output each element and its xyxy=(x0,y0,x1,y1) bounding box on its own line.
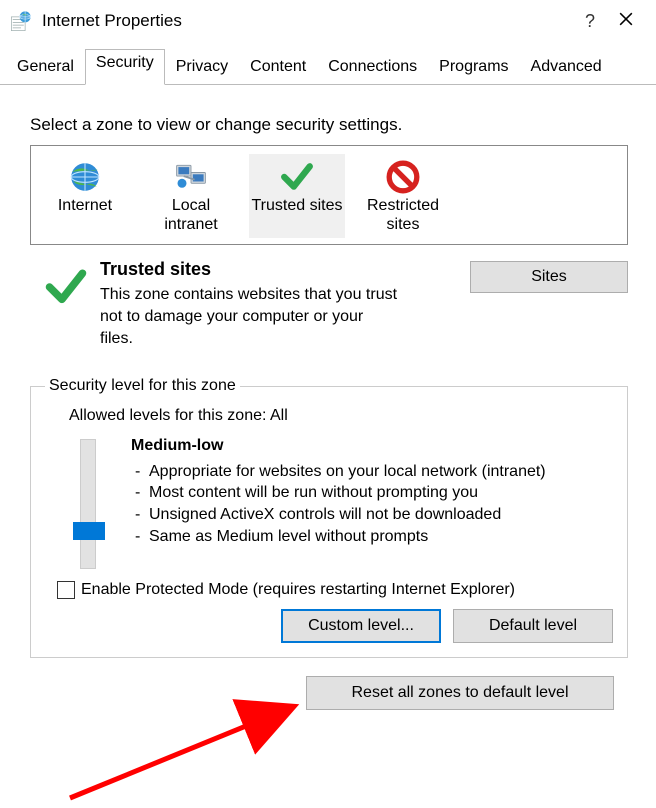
zone-internet[interactable]: Internet xyxy=(37,154,133,238)
zone-label: Internet xyxy=(37,196,133,215)
titlebar: Internet Properties ? xyxy=(0,0,656,40)
zone-restricted-sites[interactable]: Restricted sites xyxy=(355,154,451,238)
zone-label: Trusted sites xyxy=(249,196,345,215)
protected-mode-checkbox[interactable] xyxy=(57,581,75,599)
zone-detail-desc: This zone contains websites that you tru… xyxy=(100,284,400,349)
allowed-levels: Allowed levels for this zone: All xyxy=(69,407,613,425)
tab-advanced[interactable]: Advanced xyxy=(520,51,613,85)
intranet-icon xyxy=(143,158,239,196)
tab-privacy[interactable]: Privacy xyxy=(165,51,239,85)
window-title: Internet Properties xyxy=(42,11,574,31)
security-level-legend: Security level for this zone xyxy=(45,377,240,395)
level-point: Appropriate for websites on your local n… xyxy=(131,461,613,483)
zone-label: Local intranet xyxy=(143,196,239,234)
tab-security[interactable]: Security xyxy=(85,49,165,85)
inetcpl-icon xyxy=(10,10,32,32)
close-button[interactable] xyxy=(606,12,646,30)
zone-list: Internet Local intranet Tru xyxy=(30,145,628,245)
level-point: Most content will be run without prompti… xyxy=(131,482,613,504)
protected-mode-label: Enable Protected Mode (requires restarti… xyxy=(81,581,515,599)
level-point: Same as Medium level without prompts xyxy=(131,526,613,548)
security-slider[interactable] xyxy=(80,439,96,569)
zone-trusted-sites[interactable]: Trusted sites xyxy=(249,154,345,238)
level-point: Unsigned ActiveX controls will not be do… xyxy=(131,504,613,526)
tab-general[interactable]: General xyxy=(6,51,85,85)
tab-content[interactable]: Content xyxy=(239,51,317,85)
sites-button[interactable]: Sites xyxy=(470,261,628,293)
security-level-group: Security level for this zone Allowed lev… xyxy=(30,377,628,658)
custom-level-button[interactable]: Custom level... xyxy=(281,609,441,643)
zone-prompt: Select a zone to view or change security… xyxy=(30,115,638,135)
reset-all-zones-button[interactable]: Reset all zones to default level xyxy=(306,676,614,710)
checkmark-icon xyxy=(44,259,100,349)
zone-label: Restricted sites xyxy=(355,196,451,234)
zone-detail-title: Trusted sites xyxy=(100,259,460,280)
globe-icon xyxy=(37,158,133,196)
tab-programs[interactable]: Programs xyxy=(428,51,519,85)
slider-thumb[interactable] xyxy=(73,522,105,540)
tab-connections[interactable]: Connections xyxy=(317,51,428,85)
help-button[interactable]: ? xyxy=(574,11,606,32)
tab-strip: General Security Privacy Content Connect… xyxy=(0,40,656,85)
prohibited-icon xyxy=(355,158,451,196)
checkmark-icon xyxy=(249,158,345,196)
zone-local-intranet[interactable]: Local intranet xyxy=(143,154,239,238)
level-name: Medium-low xyxy=(131,435,613,457)
default-level-button[interactable]: Default level xyxy=(453,609,613,643)
zone-detail: Trusted sites This zone contains website… xyxy=(44,259,628,349)
